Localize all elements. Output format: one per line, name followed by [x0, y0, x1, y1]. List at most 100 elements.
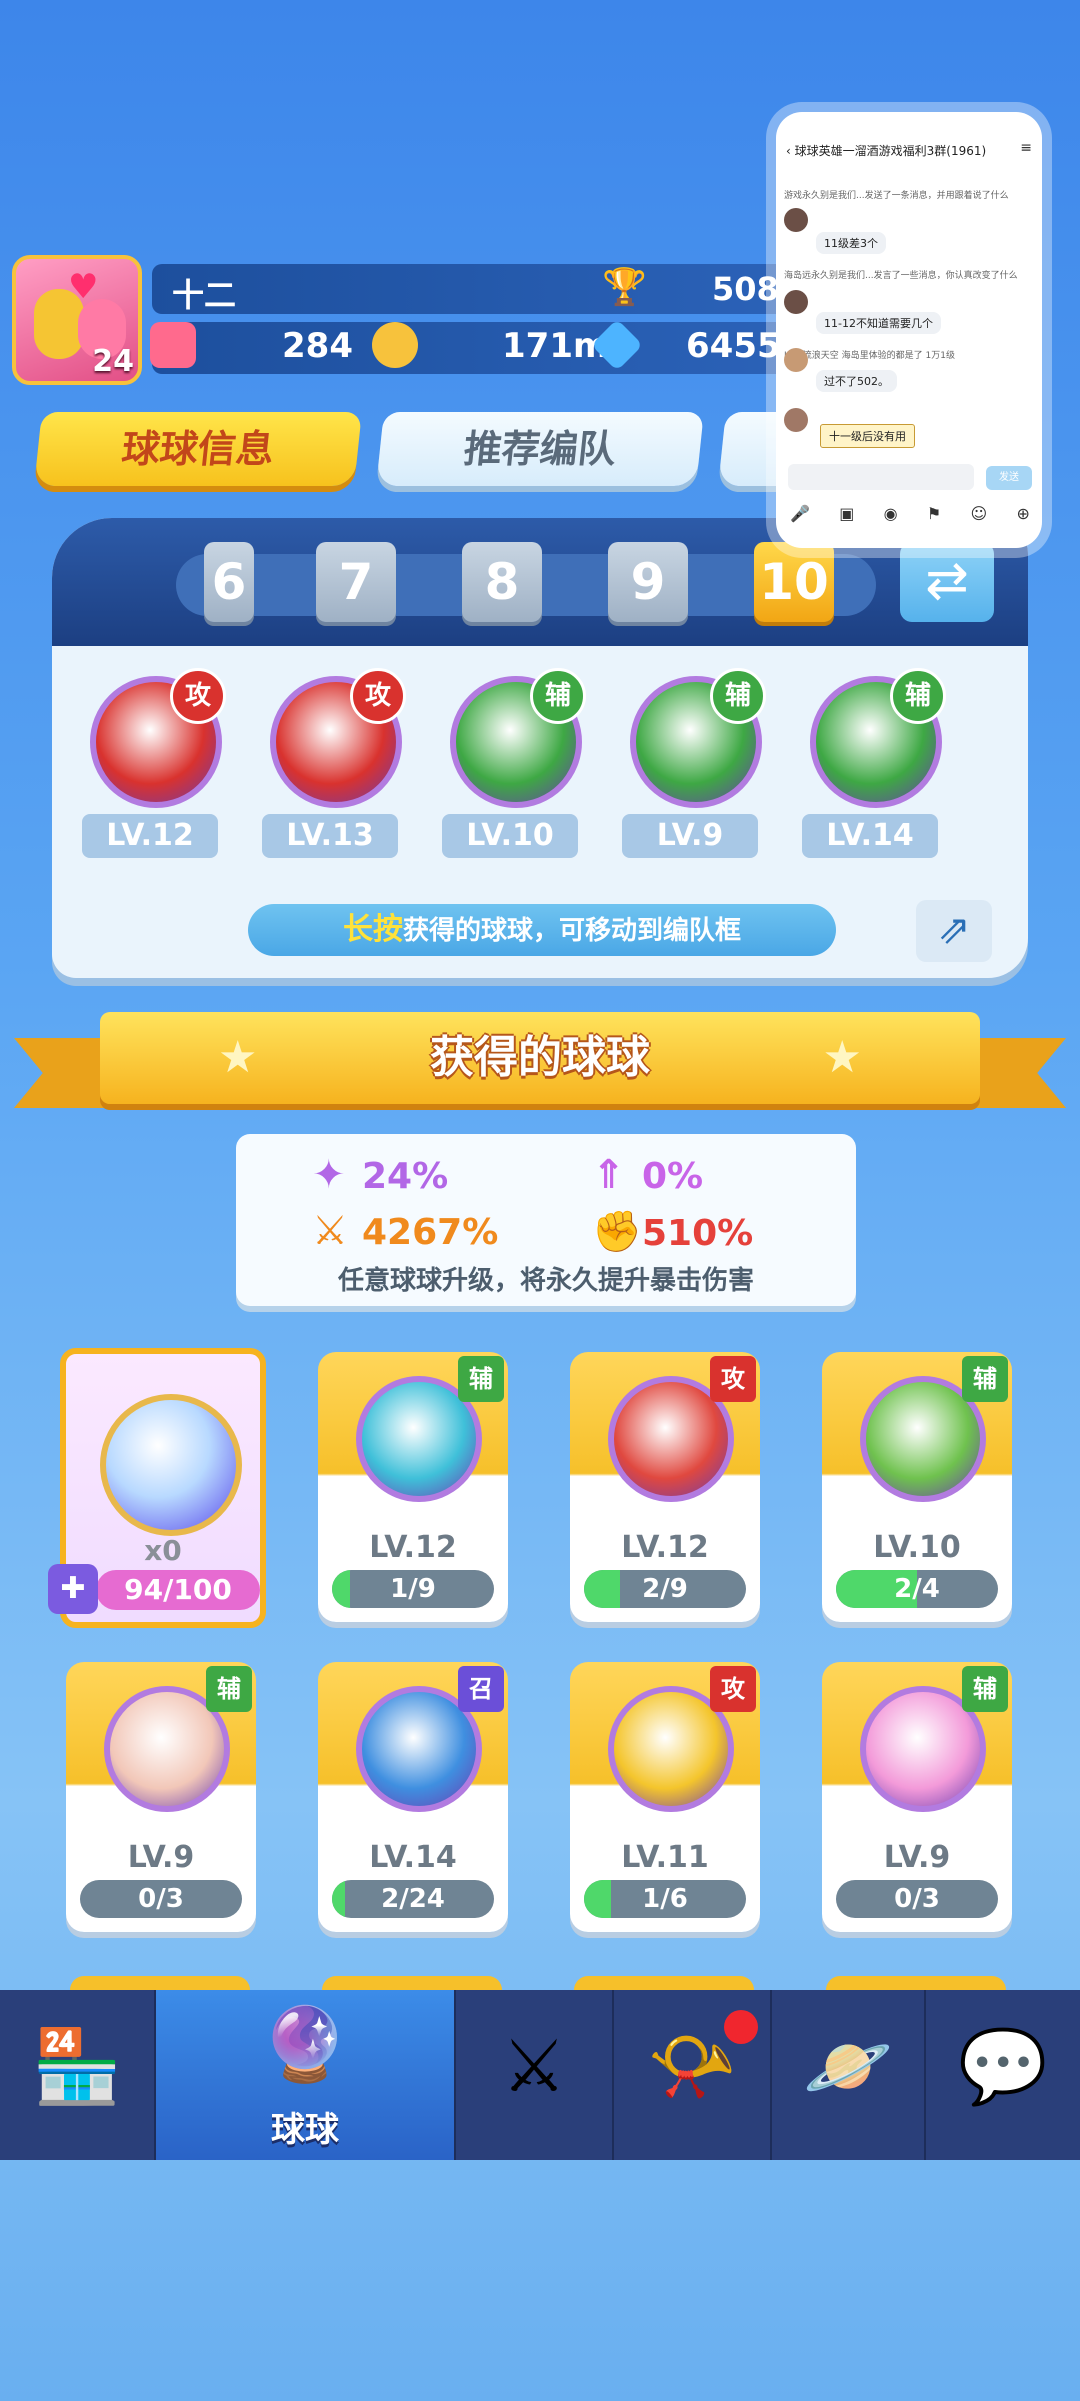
avatar-character-yellow	[34, 289, 84, 359]
chat-bubble: 11级差3个	[816, 232, 886, 254]
flag-icon[interactable]: ⚑	[927, 504, 941, 523]
chat-title: ‹ 球球英雄一溜酒游戏福利3群(1961)	[786, 144, 987, 158]
chat-meta: 海岛远永久别是我们...发言了一些消息，你认真改变了什么	[784, 271, 1018, 281]
chat-meta: 游戏永久别是我们...发送了一条消息，并用跟着说了什么	[784, 191, 1009, 201]
bottom-nav: 🏪 🔮 球球 ⚔ 📯 🪐 💬	[0, 1990, 1080, 2160]
share-icon[interactable]: ⇗	[916, 900, 992, 962]
chat-meta: LV3 流浪天空 海岛里体验的都是了 1万1级	[784, 351, 955, 361]
upgrade-progress-bar: 2/9	[584, 1570, 746, 1608]
menu-icon[interactable]: ≡	[1020, 140, 1032, 156]
coin-add-icon[interactable]	[372, 322, 418, 368]
upgrade-progress-bar: 0/3	[80, 1880, 242, 1918]
ball-type-badge: 辅	[962, 1666, 1008, 1712]
upgrade-progress-text: 1/9	[390, 1574, 436, 1604]
nav-battle[interactable]: ⚔	[456, 1990, 614, 2160]
team-slot-8[interactable]: 8	[462, 542, 542, 622]
tab-recommended-team[interactable]: 推荐编队	[376, 412, 704, 486]
player-avatar[interactable]: ♥ 24	[12, 255, 142, 385]
puzzle-icon: ✚	[48, 1564, 98, 1614]
chat-overlay[interactable]: ‹ 球球英雄一溜酒游戏福利3群(1961) ≡ 游戏永久别是我们...发送了一条…	[776, 112, 1042, 548]
ball-level: LV.13	[262, 814, 398, 858]
refresh-orb-icon	[100, 1394, 242, 1536]
owned-ball-card[interactable]: 攻 LV.11 1/6	[570, 1662, 760, 1932]
trophy-icon: 🏆	[602, 267, 647, 308]
owned-ball-card[interactable]: 辅 LV.10 2/4	[822, 1352, 1012, 1622]
ball-level: LV.9	[622, 814, 758, 858]
ball-type-badge: 攻	[710, 1356, 756, 1402]
gem-count: 6455	[686, 326, 781, 366]
upgrade-progress-text: 0/3	[138, 1884, 184, 1914]
ball-jar-icon: 🔮	[260, 2002, 350, 2086]
crit-rate-icon: ✦	[312, 1152, 346, 1198]
team-ball[interactable]: 攻 LV.12	[76, 666, 226, 858]
upgrade-progress-text: 2/4	[894, 1574, 940, 1604]
crossed-swords-icon: ⚔	[501, 2024, 567, 2108]
owned-ball-card[interactable]: 辅 LV.12 1/9	[318, 1352, 508, 1622]
owned-ball-card[interactable]: 召 LV.14 2/24	[318, 1662, 508, 1932]
plus-icon[interactable]: ⊕	[1017, 504, 1030, 523]
upgrade-progress-bar: 2/4	[836, 1570, 998, 1608]
nav-social[interactable]: 💬	[926, 1990, 1080, 2160]
section-banner: ★ 获得的球球 ★	[100, 1012, 980, 1104]
resource-bar: 284 171m 6455	[150, 318, 792, 374]
chat-input[interactable]	[788, 464, 974, 490]
stat-bonus: 0%	[642, 1156, 704, 1197]
ball-level: LV.9	[883, 1840, 951, 1875]
avatar	[784, 408, 808, 432]
ball-type-badge: 辅	[206, 1666, 252, 1712]
emoji-icon[interactable]: ☺	[971, 504, 988, 523]
image-icon[interactable]: ▣	[839, 504, 854, 523]
player-name-bar: 十二 🏆 508	[152, 264, 792, 314]
ball-level: LV.14	[369, 1840, 457, 1875]
upgrade-progress-bar: 2/24	[332, 1880, 494, 1918]
avatar	[784, 290, 808, 314]
ball-type-badge: 辅	[710, 668, 766, 724]
team-slot-6[interactable]: 6	[204, 542, 254, 622]
team-ball[interactable]: 辅 LV.9	[616, 666, 766, 858]
stat-row-4: ✊510%	[592, 1208, 753, 1255]
nav-balls[interactable]: 🔮 球球	[156, 1990, 456, 2160]
ticket-add-icon[interactable]	[150, 322, 196, 368]
sword-icon: ⚔	[312, 1208, 348, 1254]
camera-icon[interactable]: ◉	[884, 504, 898, 523]
ball-type-badge: 召	[458, 1666, 504, 1712]
notification-dot	[724, 2010, 758, 2044]
owned-ball-card[interactable]: 辅 LV.9 0/3	[66, 1662, 256, 1932]
ball-type-badge: 攻	[710, 1666, 756, 1712]
arrow-up-icon: ⇑	[592, 1152, 626, 1198]
owned-ball-card[interactable]: 攻 LV.12 2/9	[570, 1352, 760, 1622]
team-ball[interactable]: 辅 LV.14	[796, 666, 946, 858]
stats-note: 任意球球升级，将永久提升暴击伤害	[337, 1266, 754, 1296]
ball-type-badge: 辅	[458, 1356, 504, 1402]
ball-type-badge: 辅	[530, 668, 586, 724]
team-slot-10[interactable]: 10	[754, 542, 834, 622]
avatar	[784, 348, 808, 372]
send-button[interactable]: 发送	[986, 466, 1032, 490]
team-slot-9[interactable]: 9	[608, 542, 688, 622]
coin-count: 171m	[502, 326, 609, 366]
nav-balls-label: 球球	[271, 2110, 339, 2150]
special-ball-card[interactable]: x0 94/100 ✚	[48, 1348, 266, 1628]
ball-level: LV.11	[621, 1840, 709, 1875]
stats-panel: ✦ 24% ⇑ 0% ⚔ 4267% ✊510% 任意球球升级，将永久提升暴击伤害	[236, 1134, 856, 1306]
nav-planet[interactable]: 🪐	[772, 1990, 926, 2160]
team-slot-7[interactable]: 7	[316, 542, 396, 622]
swap-icon[interactable]: ⇄	[900, 542, 994, 622]
special-count: x0	[144, 1534, 182, 1567]
nav-shop[interactable]: 🏪	[0, 1990, 156, 2160]
tab-ball-info[interactable]: 球球信息	[34, 412, 362, 486]
stat-row-2: ⇑ 0%	[592, 1152, 703, 1198]
upgrade-progress-bar: 1/6	[584, 1880, 746, 1918]
stat-row-3: ⚔ 4267%	[312, 1208, 498, 1254]
section-title: 获得的球球	[430, 1032, 650, 1083]
ball-type-badge: 攻	[350, 668, 406, 724]
owned-ball-card[interactable]: 辅 LV.9 0/3	[822, 1662, 1012, 1932]
chat-tip: 十一级后没有用	[820, 424, 915, 448]
ball-level: LV.14	[802, 814, 938, 858]
star-icon: ★	[218, 1032, 258, 1083]
fist-icon: ✊	[592, 1209, 642, 1255]
mic-icon[interactable]: 🎤	[790, 504, 810, 523]
team-ball[interactable]: 辅 LV.10	[436, 666, 586, 858]
team-ball[interactable]: 攻 LV.13	[256, 666, 406, 858]
chat-heart-icon: 💬	[958, 2024, 1048, 2108]
